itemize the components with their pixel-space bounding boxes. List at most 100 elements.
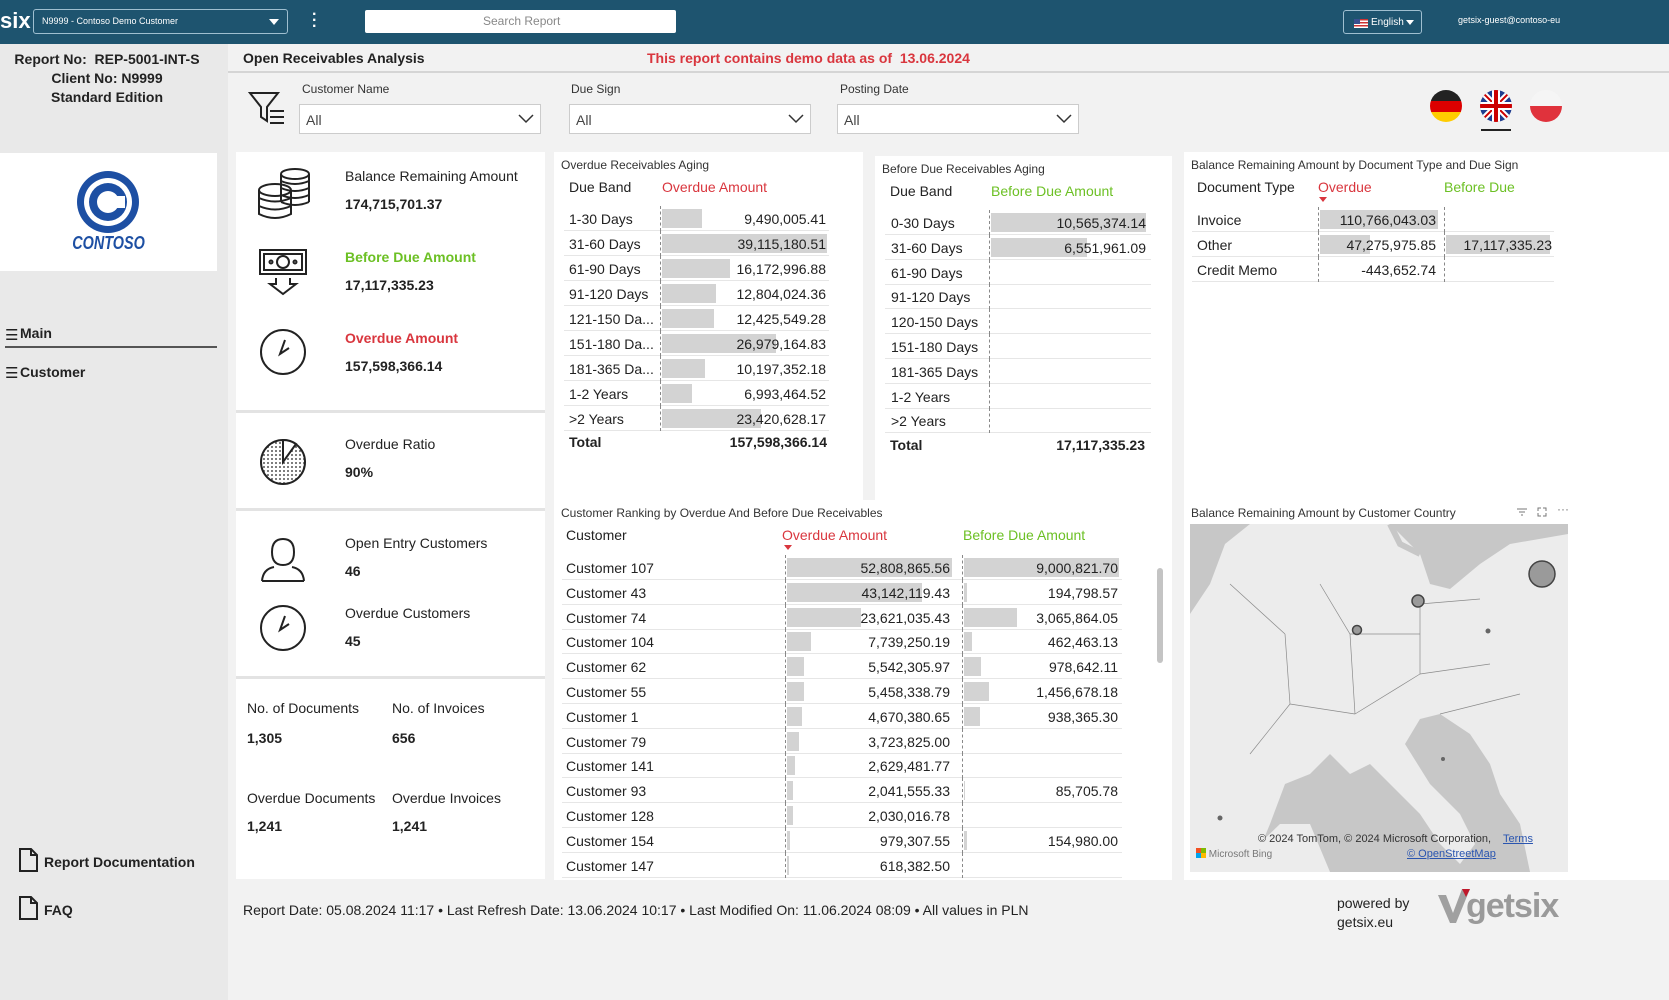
table-row[interactable]: Invoice 110,766,043.03 bbox=[1192, 207, 1554, 232]
column-divider bbox=[660, 381, 661, 406]
report-documentation-link[interactable]: Report Documentation bbox=[18, 848, 218, 874]
table-row[interactable]: 0-30 Days 10,565,374.14 bbox=[885, 210, 1151, 235]
table-row[interactable]: Customer 43 43,142,119.43 194,798.57 bbox=[562, 579, 1122, 605]
value-bar bbox=[662, 284, 716, 303]
table-row[interactable]: 31-60 Days 6,551,961.09 bbox=[885, 234, 1151, 260]
overdue-amount: 10,197,352.18 bbox=[736, 361, 826, 377]
document-type: Credit Memo bbox=[1197, 262, 1278, 278]
customer-select-value: N9999 - Contoso Demo Customer bbox=[42, 16, 179, 26]
filter-icon[interactable] bbox=[1517, 508, 1527, 516]
overdue-amount: 43,142,119.43 bbox=[861, 584, 951, 601]
table-row[interactable]: Customer 107 52,808,865.56 9,000,821.70 bbox=[562, 555, 1122, 580]
column-divider bbox=[660, 281, 661, 306]
overdue-amount: 12,804,024.36 bbox=[736, 286, 826, 302]
filter-icon[interactable] bbox=[248, 90, 286, 126]
table-row[interactable]: 121-150 Da... 12,425,549.28 bbox=[564, 306, 829, 331]
user-account[interactable]: getsix-guest@contoso-eu bbox=[1458, 15, 1669, 25]
scrollbar[interactable] bbox=[1157, 568, 1163, 663]
table-row[interactable]: 91-120 Days bbox=[885, 284, 1151, 310]
table-row[interactable]: 151-180 Days bbox=[885, 334, 1151, 359]
report-number: Report No: REP-5001-INT-S bbox=[14, 51, 200, 67]
nav-customer[interactable]: ☰ Customer bbox=[5, 364, 217, 386]
table-row[interactable]: Customer 74 23,621,035.43 3,065,864.05 bbox=[562, 604, 1122, 630]
language-select[interactable]: English bbox=[1343, 10, 1422, 34]
customer-name-dropdown[interactable]: All bbox=[299, 104, 541, 134]
overdue-invoices-value: 1,241 bbox=[392, 818, 428, 834]
table-row[interactable]: Customer 79 3,723,825.00 bbox=[562, 728, 1122, 754]
value-bar bbox=[662, 384, 692, 403]
table-row[interactable]: 1-2 Years 6,993,464.52 bbox=[564, 381, 829, 406]
table-row[interactable]: Customer 104 7,739,250.19 462,463.13 bbox=[562, 629, 1122, 655]
openstreetmap-link[interactable]: © OpenStreetMap bbox=[1407, 848, 1496, 860]
table-row[interactable]: 61-90 Days bbox=[885, 259, 1151, 285]
uk-flag-icon[interactable] bbox=[1479, 89, 1513, 123]
faq-label: FAQ bbox=[44, 902, 73, 918]
table-row[interactable]: Customer 93 2,041,555.33 85,705.78 bbox=[562, 778, 1122, 804]
column-header[interactable]: Document Type bbox=[1197, 179, 1295, 195]
table-row[interactable]: 181-365 Days bbox=[885, 358, 1151, 384]
before-due-bar bbox=[964, 781, 966, 801]
nav-main[interactable]: ☰ Main bbox=[5, 324, 217, 348]
more-options-icon[interactable]: ··· bbox=[312, 7, 317, 35]
column-header[interactable]: Due Band bbox=[569, 179, 631, 195]
column-header[interactable]: Overdue bbox=[1318, 179, 1372, 195]
customer-name: Customer 147 bbox=[566, 857, 654, 874]
column-divider bbox=[660, 406, 661, 431]
column-divider bbox=[785, 654, 786, 680]
europe-map[interactable] bbox=[1190, 524, 1568, 872]
column-divider bbox=[989, 334, 990, 359]
table-row[interactable]: 91-120 Days 12,804,024.36 bbox=[564, 281, 829, 306]
table-row[interactable]: 61-90 Days 16,172,996.88 bbox=[564, 256, 829, 281]
overdue-amount: 2,030,016.78 bbox=[868, 808, 950, 824]
total-label: Total bbox=[890, 437, 923, 453]
column-divider bbox=[660, 256, 661, 281]
column-divider bbox=[962, 778, 963, 804]
due-sign-dropdown[interactable]: All bbox=[569, 104, 811, 134]
table-row[interactable]: Customer 55 5,458,338.79 1,456,678.18 bbox=[562, 679, 1122, 704]
table-row[interactable]: 31-60 Days 39,115,180.51 bbox=[564, 231, 829, 256]
column-divider bbox=[785, 753, 786, 779]
table-row[interactable]: Customer 154 979,307.55 154,980.00 bbox=[562, 827, 1122, 853]
table-row[interactable]: 120-150 Days bbox=[885, 309, 1151, 335]
table-row[interactable]: Customer 1 4,670,380.65 938,365.30 bbox=[562, 703, 1122, 729]
column-header[interactable]: Before Due bbox=[1444, 179, 1515, 195]
overdue-amount: 26,979,164.83 bbox=[736, 336, 826, 352]
table-row[interactable]: Customer 141 2,629,481.77 bbox=[562, 753, 1122, 779]
customer-name: Customer 62 bbox=[566, 659, 647, 676]
polish-flag-icon[interactable] bbox=[1529, 89, 1563, 123]
app-logo[interactable]: six bbox=[0, 8, 31, 34]
table-row[interactable]: Customer 128 2,030,016.78 bbox=[562, 803, 1122, 828]
overdue-amount: 2,041,555.33 bbox=[868, 783, 950, 800]
table-row[interactable]: 181-365 Da... 10,197,352.18 bbox=[564, 356, 829, 381]
due-band: 1-30 Days bbox=[569, 211, 633, 227]
table-row[interactable]: 1-2 Years bbox=[885, 383, 1151, 409]
table-row[interactable]: >2 Years 23,420,628.17 bbox=[564, 406, 829, 431]
column-header[interactable]: Overdue Amount bbox=[662, 179, 767, 195]
posting-date-dropdown[interactable]: All bbox=[837, 104, 1079, 134]
before-due-bar bbox=[964, 706, 981, 726]
table-row[interactable]: Customer 62 5,542,305.97 978,642.11 bbox=[562, 654, 1122, 680]
before-due-bar bbox=[964, 830, 967, 850]
overdue-bar bbox=[787, 830, 791, 850]
table-row[interactable]: 151-180 Da... 26,979,164.83 bbox=[564, 331, 829, 356]
powered-by: powered by bbox=[1337, 895, 1410, 911]
table-row[interactable]: 1-30 Days 9,490,005.41 bbox=[564, 206, 829, 231]
column-header[interactable]: Before Due Amount bbox=[991, 183, 1113, 199]
sidebar: Report No: REP-5001-INT-S Client No: N99… bbox=[0, 44, 228, 1000]
table-row[interactable]: Customer 147 618,382.50 bbox=[562, 852, 1122, 878]
getsix-site-link[interactable]: getsix.eu bbox=[1337, 914, 1393, 930]
expand-icon[interactable] bbox=[1537, 507, 1547, 517]
table-row[interactable]: >2 Years bbox=[885, 408, 1151, 434]
customer-select[interactable]: N9999 - Contoso Demo Customer bbox=[33, 9, 288, 34]
table-row[interactable]: Credit Memo -443,652.74 bbox=[1192, 257, 1554, 282]
top-bar: six N9999 - Contoso Demo Customer · · · Se… bbox=[0, 0, 1669, 44]
column-divider bbox=[785, 778, 786, 804]
column-header[interactable]: Due Band bbox=[890, 183, 952, 199]
more-options-icon[interactable]: ··· bbox=[1557, 502, 1569, 516]
faq-link[interactable]: FAQ bbox=[18, 896, 218, 922]
search-input[interactable]: Search Report bbox=[365, 10, 676, 33]
terms-link[interactable]: Terms bbox=[1503, 833, 1533, 845]
overdue-bar bbox=[787, 607, 861, 627]
table-row[interactable]: Other 47,275,975.85 17,117,335.23 bbox=[1192, 232, 1554, 257]
german-flag-icon[interactable] bbox=[1429, 89, 1463, 123]
